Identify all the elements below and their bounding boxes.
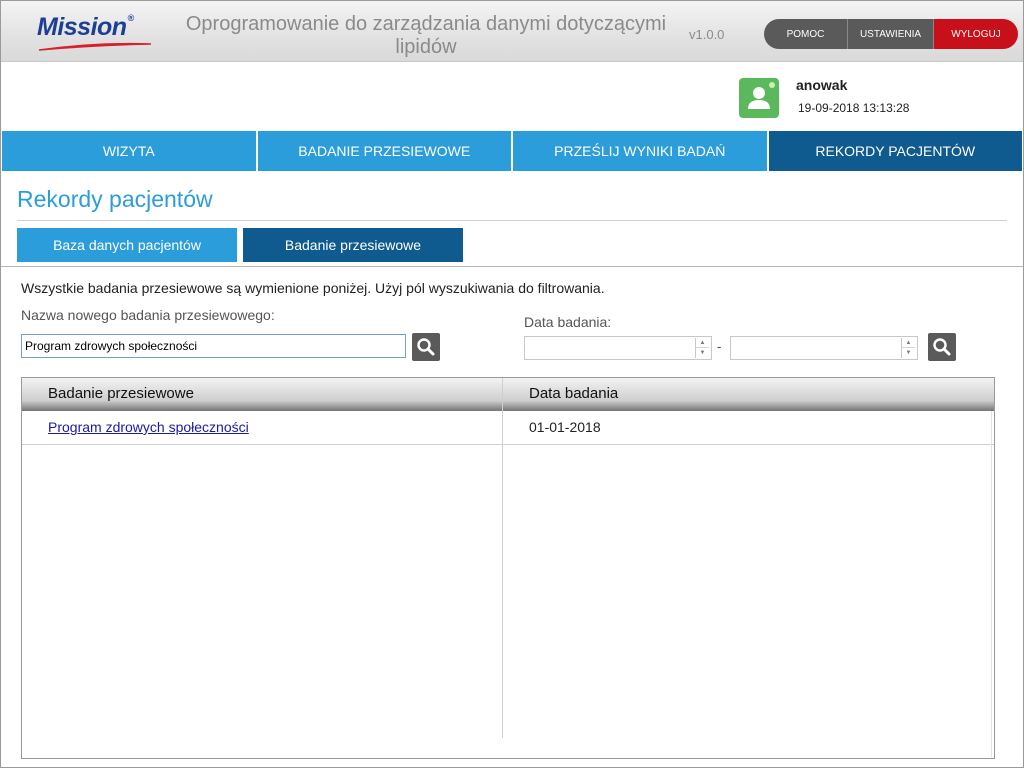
- table-header: Badanie przesiewowe Data badania: [22, 378, 994, 411]
- settings-button[interactable]: USTAWIENIA: [847, 19, 933, 49]
- tab-screening[interactable]: BADANIE PRZESIEWOWE: [257, 131, 511, 171]
- username: anowak: [796, 77, 848, 93]
- screening-date-cell: 01-01-2018: [529, 419, 601, 435]
- screening-table: Badanie przesiewowe Data badania Program…: [21, 377, 995, 759]
- page-title: Rekordy pacjentów: [17, 186, 213, 212]
- avatar: [739, 78, 779, 118]
- current-datetime: 19-09-2018 13:13:28: [798, 101, 910, 115]
- version-label: v1.0.0: [689, 27, 725, 42]
- top-button-group: POMOC USTAWIENIA WYLOGUJ: [764, 19, 1018, 49]
- logout-button[interactable]: WYLOGUJ: [933, 19, 1018, 49]
- title-divider: [17, 220, 1007, 221]
- spin-down-icon[interactable]: ▼: [902, 348, 915, 358]
- app-window: Mission® Oprogramowanie do zarządzania d…: [0, 0, 1024, 768]
- column-header-screening[interactable]: Badanie przesiewowe: [48, 378, 194, 410]
- spin-up-icon[interactable]: ▲: [696, 338, 709, 348]
- subtab-screening[interactable]: Badanie przesiewowe: [243, 228, 463, 262]
- date-range-separator: -: [717, 339, 722, 354]
- screening-name-label: Nazwa nowego badania przesiewowego:: [21, 307, 275, 323]
- tab-send-results[interactable]: PRZEŚLIJ WYNIKI BADAŃ: [513, 131, 767, 171]
- content-divider: [1, 266, 1023, 267]
- sub-tabs: Baza danych pacjentów Badanie przesiewow…: [17, 228, 469, 262]
- main-nav: WIZYTA BADANIE PRZESIEWOWE PRZEŚLIJ WYNI…: [2, 131, 1022, 171]
- help-button[interactable]: POMOC: [764, 19, 847, 49]
- info-text: Wszystkie badania przesiewowe są wymieni…: [21, 280, 605, 296]
- subtab-patient-database[interactable]: Baza danych pacjentów: [17, 228, 237, 262]
- app-header: Mission® Oprogramowanie do zarządzania d…: [1, 1, 1023, 62]
- screening-link[interactable]: Program zdrowych społeczności: [48, 411, 249, 444]
- magnifier-icon: [417, 338, 435, 356]
- date-search-button[interactable]: [928, 333, 956, 361]
- screening-name-input[interactable]: [21, 334, 406, 358]
- online-status-icon: [769, 82, 775, 88]
- table-row[interactable]: Program zdrowych społeczności 01-01-2018: [22, 411, 994, 445]
- mission-logo: Mission®: [37, 13, 153, 53]
- magnifier-icon: [933, 338, 951, 356]
- date-to-spinner[interactable]: ▲ ▼: [901, 338, 915, 358]
- spin-down-icon[interactable]: ▼: [696, 348, 709, 358]
- date-to-input[interactable]: ▲ ▼: [730, 336, 918, 360]
- date-from-input[interactable]: ▲ ▼: [524, 336, 712, 360]
- logo-wordmark: Mission®: [37, 13, 134, 41]
- spin-up-icon[interactable]: ▲: [902, 338, 915, 348]
- logo-swoosh-icon: [38, 42, 152, 51]
- tab-patient-records[interactable]: REKORDY PACJENTÓW: [768, 131, 1022, 171]
- date-from-spinner[interactable]: ▲ ▼: [695, 338, 709, 358]
- app-title: Oprogramowanie do zarządzania danymi dot…: [185, 13, 667, 58]
- table-scroll-edge: [991, 411, 992, 757]
- name-search-button[interactable]: [412, 333, 440, 361]
- tab-visit[interactable]: WIZYTA: [2, 131, 256, 171]
- screening-date-label: Data badania:: [524, 314, 612, 330]
- column-header-date[interactable]: Data badania: [529, 378, 618, 410]
